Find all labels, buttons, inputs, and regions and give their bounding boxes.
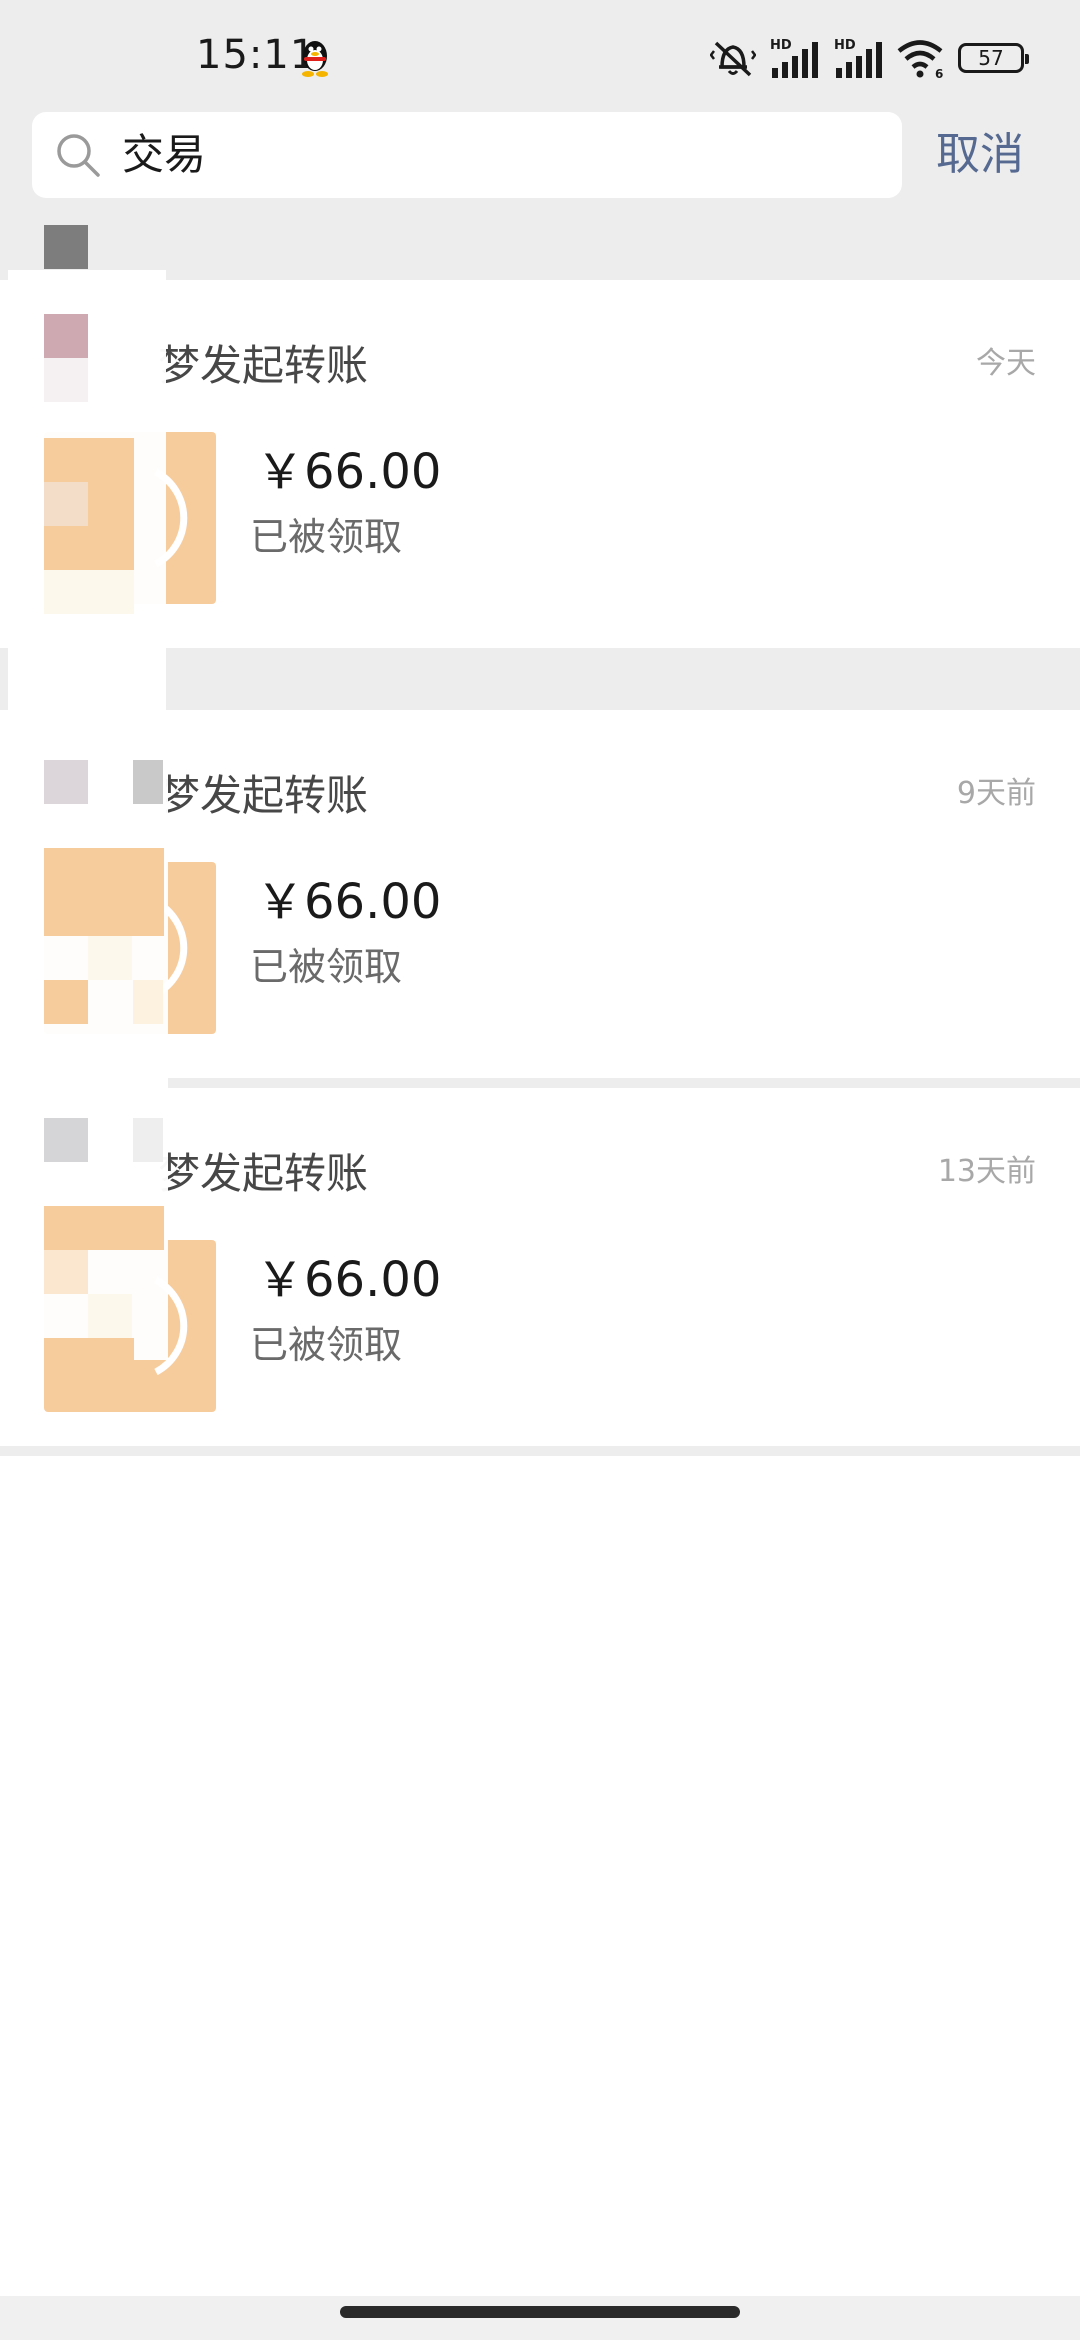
search-header: 交易 取消 bbox=[0, 105, 1080, 280]
transfer-title: 梦发起转账 bbox=[158, 341, 369, 390]
hd-signal-icon: HD bbox=[770, 38, 818, 78]
list-separator bbox=[0, 1446, 1080, 1456]
vibrate-silent-icon bbox=[710, 41, 756, 77]
transfer-date: 13天前 bbox=[937, 1154, 1036, 1189]
transfer-title: 梦发起转账 bbox=[158, 1149, 369, 1198]
transfer-date: 9天前 bbox=[956, 776, 1036, 811]
search-icon bbox=[57, 134, 100, 177]
status-icons: HD HD 6 57 bbox=[710, 34, 1029, 82]
transfer-status: 已被领取 bbox=[250, 945, 403, 989]
search-box[interactable]: 交易 bbox=[32, 112, 902, 198]
home-indicator[interactable] bbox=[340, 2306, 740, 2318]
transfer-status: 已被领取 bbox=[250, 515, 403, 559]
transfer-date: 今天 bbox=[976, 346, 1036, 381]
transfer-amount: ￥66.00 bbox=[256, 444, 442, 500]
status-bar: 15:11 HD HD 6 57 bbox=[0, 0, 1080, 105]
qq-penguin-icon bbox=[302, 41, 328, 77]
battery-level: 57 bbox=[978, 46, 1004, 70]
svg-text:6: 6 bbox=[935, 67, 943, 79]
cancel-button[interactable]: 取消 bbox=[936, 112, 1024, 198]
search-input[interactable]: 交易 bbox=[122, 112, 882, 198]
transfer-title: 梦发起转账 bbox=[158, 771, 369, 820]
svg-text:HD: HD bbox=[770, 38, 792, 53]
transfer-amount: ￥66.00 bbox=[256, 874, 442, 930]
hd-signal-icon: HD bbox=[834, 38, 882, 78]
wifi-6-icon: 6 bbox=[897, 40, 943, 79]
censored-avatar-mosaic bbox=[0, 720, 168, 1360]
transfer-amount: ￥66.00 bbox=[256, 1252, 442, 1308]
battery-icon: 57 bbox=[958, 43, 1029, 73]
navigation-bar bbox=[0, 2296, 1080, 2340]
svg-text:HD: HD bbox=[834, 38, 856, 53]
transfer-status: 已被领取 bbox=[250, 1323, 403, 1367]
